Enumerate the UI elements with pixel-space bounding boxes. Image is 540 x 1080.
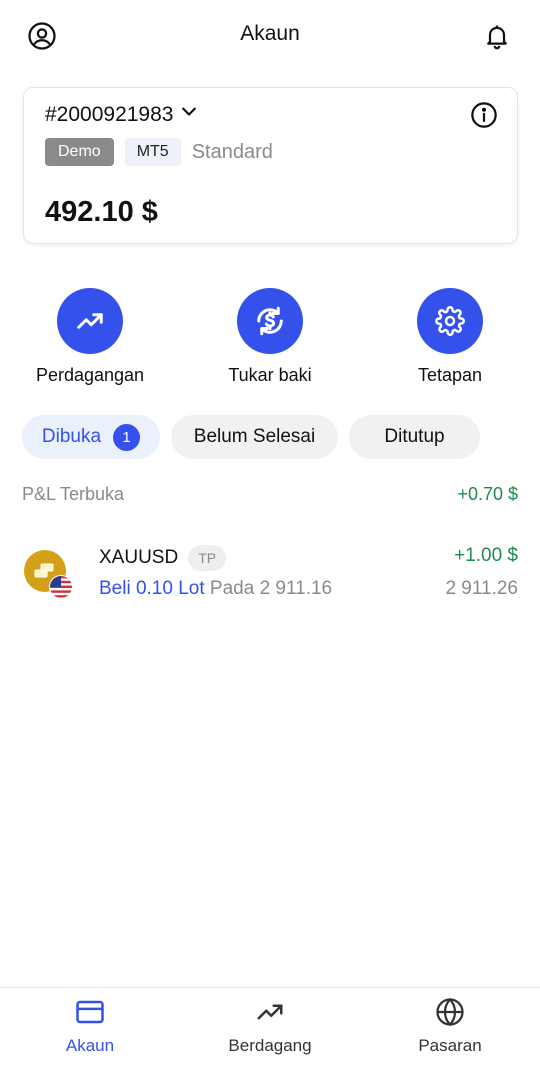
chevron-down-icon [179, 102, 199, 128]
account-number: #2000921983 [45, 103, 174, 126]
tab-pending[interactable]: Belum Selesai [171, 415, 338, 459]
trade-action-button[interactable]: Perdagangan [0, 288, 180, 386]
trending-up-icon [254, 996, 286, 1028]
account-card: #2000921983 Demo MT5 Standard 492.10 $ [23, 87, 518, 244]
exchange-dollar-icon [237, 288, 303, 354]
settings-label: Tetapan [417, 365, 483, 385]
transfer-balance-label: Tukar baki [228, 365, 312, 385]
trending-up-icon [57, 288, 123, 354]
bottom-nav: Akaun Berdagang Pasaran [0, 987, 540, 1080]
gear-icon [417, 288, 483, 354]
position-symbol: XAUUSD [99, 547, 179, 568]
account-selector[interactable]: #2000921983 [45, 102, 199, 128]
tab-pending-label: Belum Selesai [193, 426, 316, 447]
demo-badge: Demo [45, 138, 114, 166]
trade-action-label: Perdagangan [35, 365, 145, 385]
open-pnl-row: P&L Terbuka +0.70 $ [22, 484, 518, 505]
nav-markets[interactable]: Pasaran [360, 996, 540, 1056]
position-tabs: Dibuka 1 Belum Selesai Ditutup [22, 415, 480, 459]
tab-open-label: Dibuka [41, 426, 102, 447]
card-icon [74, 996, 106, 1028]
transfer-balance-button[interactable]: Tukar baki [180, 288, 360, 386]
page-title: Akaun [240, 22, 300, 45]
account-class: Standard [191, 140, 273, 163]
top-bar: Akaun [0, 0, 540, 72]
position-current-price: 2 911.26 [445, 578, 518, 599]
nav-trade[interactable]: Berdagang [180, 996, 360, 1056]
account-badges: Demo MT5 Standard [45, 138, 273, 166]
tab-closed-label: Ditutup [384, 426, 445, 447]
position-symbol-row: XAUUSD TP [99, 545, 227, 571]
position-side-lot: Beli 0.10 Lot [99, 578, 205, 599]
tab-open[interactable]: Dibuka 1 [22, 415, 160, 459]
position-detail: Beli 0.10 Lot Pada 2 911.16 [99, 578, 332, 600]
gold-usd-icon [24, 550, 74, 600]
open-count-badge: 1 [113, 423, 141, 451]
platform-badge: MT5 [124, 138, 181, 166]
tp-badge: TP [188, 545, 227, 571]
open-pnl-value: +0.70 $ [457, 484, 518, 504]
info-icon[interactable] [470, 101, 498, 129]
open-pnl-label: P&L Terbuka [22, 484, 125, 504]
bell-icon[interactable] [480, 19, 514, 53]
nav-account[interactable]: Akaun [0, 996, 180, 1056]
position-open-price: Pada 2 911.16 [209, 578, 333, 599]
account-balance: 492.10 $ [45, 196, 158, 228]
quick-actions: Perdagangan Tukar baki Tetapan [0, 288, 540, 398]
nav-markets-label: Pasaran [418, 1036, 482, 1055]
position-row[interactable]: XAUUSD TP Beli 0.10 Lot Pada 2 911.16 +1… [22, 540, 518, 610]
settings-button[interactable]: Tetapan [360, 288, 540, 386]
position-profit: +1.00 $ [454, 545, 518, 566]
nav-account-label: Akaun [65, 1036, 115, 1055]
tab-closed[interactable]: Ditutup [349, 415, 480, 459]
nav-trade-label: Berdagang [228, 1036, 312, 1055]
globe-icon [434, 996, 466, 1028]
